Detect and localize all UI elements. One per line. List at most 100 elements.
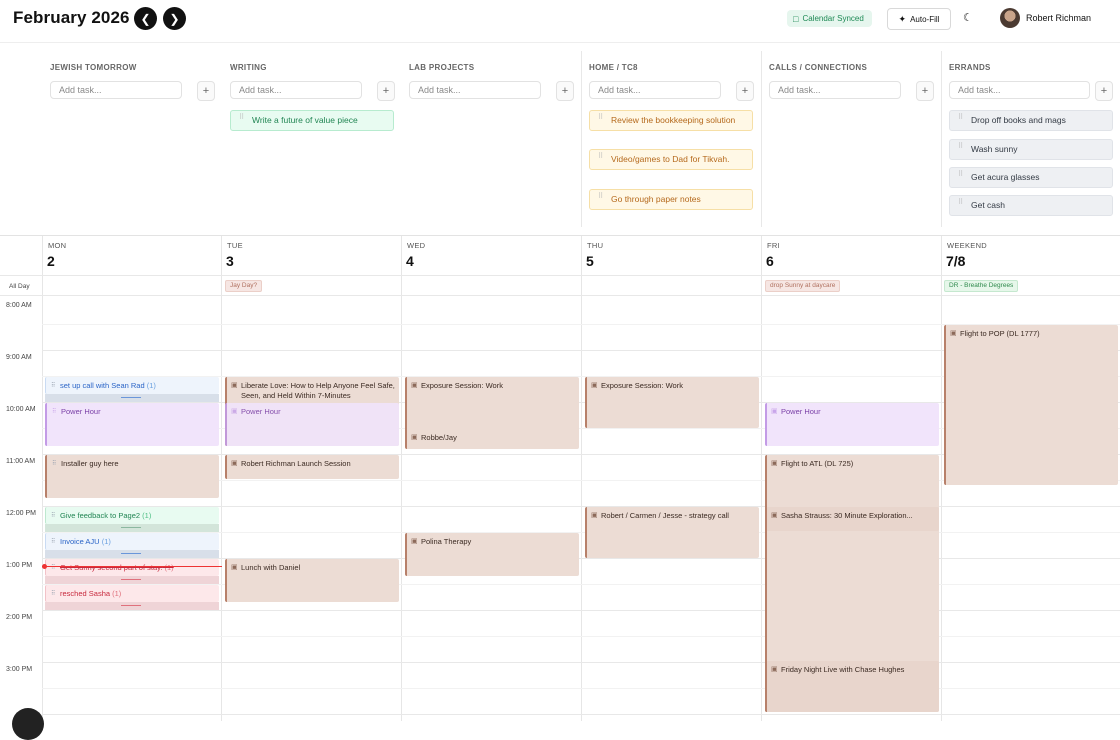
event-title: Liberate Love: How to Help Anyone Feel S… (241, 381, 395, 400)
calendar-event[interactable]: ▣ Friday Night Live with Chase Hughes (765, 661, 939, 712)
drag-handle-icon[interactable]: ⠿ (598, 114, 603, 121)
drag-handle-icon[interactable]: ⠿ (598, 193, 603, 200)
event-title: Sasha Strauss: 30 Minute Exploration... (781, 511, 913, 520)
resize-handle[interactable] (121, 397, 141, 398)
calendar-icon: ▣ (950, 330, 957, 337)
task-card[interactable]: ⠿ Drop off books and mags (949, 110, 1113, 131)
add-task-input[interactable] (50, 81, 182, 99)
calendar-event[interactable]: ▣ Sasha Strauss: 30 Minute Exploration... (765, 507, 939, 531)
magic-wand-icon: ✦ (898, 13, 907, 24)
day-header-mon[interactable]: MON 2 (42, 236, 221, 276)
day-number: 7/8 (946, 253, 966, 269)
add-task-button[interactable]: + (736, 81, 754, 101)
event-resize-bar[interactable] (45, 576, 219, 584)
resize-handle[interactable] (121, 527, 141, 528)
calendar-event[interactable]: ▣ Robert Richman Launch Session (225, 455, 399, 479)
add-task-button[interactable]: + (1095, 81, 1113, 101)
user-menu[interactable]: Robert Richman (1000, 8, 1091, 28)
task-card[interactable]: ⠿ Go through paper notes (589, 189, 753, 210)
drag-handle-icon[interactable]: ⠿ (958, 114, 963, 121)
task-card[interactable]: ⠿ Video/games to Dad for Tikvah. (589, 149, 753, 170)
drag-handle-icon[interactable]: ⠿ (52, 407, 57, 417)
calendar-synced-badge[interactable]: □ Calendar Synced (787, 10, 872, 27)
calendar-event[interactable]: ▣ Power Hour (225, 403, 399, 446)
calendar-event[interactable]: ▣ Lunch with Daniel (225, 559, 399, 602)
drag-handle-icon[interactable]: ⠿ (51, 511, 56, 521)
task-card[interactable]: ⠿ Get cash (949, 195, 1113, 216)
task-event[interactable]: ⠿ resched Sasha (1) (45, 585, 219, 602)
drag-handle-icon[interactable]: ⠿ (51, 537, 56, 547)
calendar-icon: □ (793, 13, 799, 24)
calendar-event[interactable]: ▣ Power Hour (765, 403, 939, 446)
add-task-button[interactable]: + (916, 81, 934, 101)
calendar-event[interactable]: ▣ Robert / Carmen / Jesse - strategy call (585, 507, 759, 558)
column-title: WRITING (230, 63, 267, 72)
column-title: LAB PROJECTS (409, 63, 475, 72)
calendar-icon: ▣ (231, 382, 238, 389)
calendar-icon: ▣ (411, 434, 418, 441)
calendar-event[interactable]: ▣ Flight to POP (DL 1777) (944, 325, 1118, 485)
drag-handle-icon[interactable]: ⠿ (958, 171, 963, 178)
event-resize-bar[interactable] (45, 602, 219, 610)
auto-fill-button[interactable]: ✦ Auto-Fill (887, 8, 951, 30)
add-task-input[interactable] (230, 81, 362, 99)
event-resize-bar[interactable] (45, 394, 219, 402)
drag-handle-icon[interactable]: ⠿ (958, 143, 963, 150)
add-task-input[interactable] (589, 81, 721, 99)
next-week-button[interactable]: ❯ (163, 7, 186, 30)
column-divider (941, 51, 942, 227)
task-card[interactable]: ⠿ Review the bookkeeping solution (589, 110, 753, 131)
drag-handle-icon[interactable]: ⠿ (52, 459, 57, 469)
day-header-tue[interactable]: TUE 3 (221, 236, 401, 276)
add-task-input[interactable] (769, 81, 901, 99)
task-card[interactable]: ⠿ Get acura glasses (949, 167, 1113, 188)
resize-handle[interactable] (121, 605, 141, 606)
current-time-line (42, 566, 222, 567)
day-header-thu[interactable]: THU 5 (581, 236, 761, 276)
calendar-event[interactable]: ▣ Polina Therapy (405, 533, 579, 576)
calendar-event[interactable]: ▣ Exposure Session: Work (585, 377, 759, 428)
task-label: Get acura glasses (971, 172, 1040, 182)
calendar-event[interactable]: ▣ Robbe/Jay (405, 429, 579, 449)
task-event[interactable]: ⠿ Invoice AJU (1) (45, 533, 219, 550)
day-header-weekend[interactable]: WEEKEND 7/8 (941, 236, 1120, 276)
task-label: Wash sunny (971, 144, 1018, 154)
resize-handle[interactable] (121, 579, 141, 580)
all-day-event[interactable]: DR - Breathe Degrees (944, 280, 1019, 292)
drag-handle-icon[interactable]: ⠿ (51, 589, 56, 599)
add-task-button[interactable]: + (377, 81, 395, 101)
task-card[interactable]: ⠿ Wash sunny (949, 139, 1113, 160)
floating-action-button[interactable] (12, 708, 44, 740)
all-day-event[interactable]: drop Sunny at daycare (765, 280, 841, 292)
event-resize-bar[interactable] (45, 550, 219, 558)
all-day-event[interactable]: Jay Day? (225, 280, 263, 292)
calendar-event[interactable]: ⠿ Installer guy here (45, 455, 219, 498)
drag-handle-icon[interactable]: ⠿ (598, 153, 603, 160)
dark-mode-toggle[interactable]: ☾ (963, 11, 973, 24)
task-event[interactable]: ⠿ Give feedback to Page2 (1) (45, 507, 219, 524)
drag-handle-icon[interactable]: ⠿ (958, 199, 963, 206)
add-task-input[interactable] (949, 81, 1090, 99)
resize-handle[interactable] (121, 553, 141, 554)
task-event[interactable]: ⠿ Get Sunny second part of stay. (1) (45, 559, 219, 576)
drag-handle-icon[interactable]: ⠿ (239, 114, 244, 121)
task-label: Go through paper notes (611, 194, 701, 204)
day-header-wed[interactable]: WED 4 (401, 236, 581, 276)
drag-handle-icon[interactable]: ⠿ (51, 563, 56, 573)
calendar-icon: ▣ (231, 460, 238, 467)
calendar-icon: ▣ (771, 408, 778, 415)
task-event[interactable]: ⠿ set up call with Sean Rad (1) (45, 377, 219, 394)
day-number: 4 (406, 253, 414, 269)
drag-handle-icon[interactable]: ⠿ (51, 381, 56, 391)
calendar-event[interactable]: ⠿ Power Hour (45, 403, 219, 446)
add-task-input[interactable] (409, 81, 541, 99)
event-title: resched Sasha (60, 589, 111, 598)
add-task-button[interactable]: + (556, 81, 574, 101)
task-card[interactable]: ⠿ Write a future of value piece (230, 110, 394, 131)
add-task-button[interactable]: + (197, 81, 215, 101)
event-resize-bar[interactable] (45, 524, 219, 532)
day-header-fri[interactable]: FRI 6 (761, 236, 941, 276)
time-label: 10:00 AM (6, 406, 36, 413)
prev-week-button[interactable]: ❮ (134, 7, 157, 30)
chevron-right-icon: ❯ (169, 11, 180, 26)
